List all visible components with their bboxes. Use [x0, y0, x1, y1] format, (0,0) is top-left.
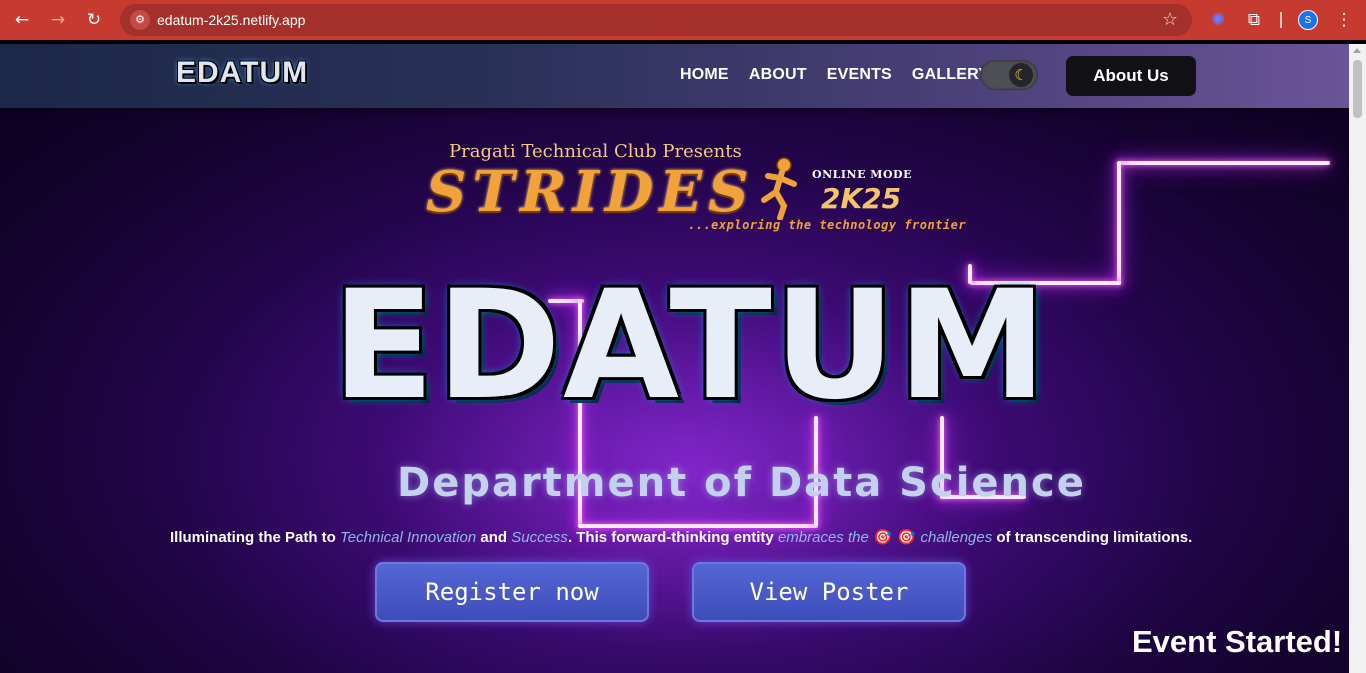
department-title: Department of Data Science	[397, 460, 1086, 506]
nav-events[interactable]: EVENTS	[827, 66, 892, 84]
hero-description: Illuminating the Path to Technical Innov…	[170, 528, 1200, 546]
profile-avatar[interactable]: S	[1298, 10, 1318, 30]
about-us-button[interactable]: About Us	[1066, 56, 1196, 96]
address-bar[interactable]: ⚙ edatum-2k25.netlify.app ☆	[120, 4, 1192, 36]
neon-line	[1118, 161, 1330, 165]
tagline: ...exploring the technology frontier	[688, 218, 967, 232]
target-emoji-icon: 🎯 🎯	[868, 528, 921, 546]
nav-gallery[interactable]: GALLERY	[912, 66, 989, 84]
desc-highlight: Success	[511, 529, 568, 546]
url-text[interactable]: edatum-2k25.netlify.app	[157, 12, 305, 28]
year-label: 2K25	[821, 182, 902, 215]
nav-home[interactable]: HOME	[680, 66, 729, 84]
site-info-icon[interactable]: ⚙	[130, 10, 150, 30]
forward-arrow-icon[interactable]: →	[46, 8, 70, 32]
star-icon[interactable]: ☆	[1162, 9, 1178, 30]
scroll-up-icon[interactable]	[1353, 48, 1361, 53]
view-poster-button[interactable]: View Poster	[692, 562, 966, 622]
gear-extension-icon[interactable]: ✺	[1207, 9, 1229, 31]
theme-toggle[interactable]: ☾	[980, 60, 1038, 90]
desc-highlight: Technical Innovation	[340, 529, 477, 546]
toolbar-divider	[1280, 12, 1282, 28]
site-navbar: EDATUM HOME ABOUT EVENTS GALLERY ☾ About…	[0, 44, 1349, 108]
page-scrollbar[interactable]	[1349, 44, 1366, 673]
event-status: Event Started!	[1132, 624, 1343, 659]
site-logo[interactable]: EDATUM	[176, 56, 308, 90]
page-content: EDATUM HOME ABOUT EVENTS GALLERY ☾ About…	[0, 44, 1349, 673]
kebab-menu-icon[interactable]: ⋮	[1333, 9, 1355, 31]
register-button[interactable]: Register now	[375, 562, 649, 622]
edatum-hero-logo: EDATUM	[332, 259, 1049, 433]
scrollbar-thumb[interactable]	[1353, 60, 1362, 118]
desc-text: Illuminating the Path to	[170, 529, 340, 546]
runner-icon	[761, 157, 797, 220]
reload-icon[interactable]: ↻	[82, 8, 106, 32]
strides-logo: STRIDES	[426, 159, 755, 225]
back-arrow-icon[interactable]: ←	[10, 8, 34, 32]
puzzle-icon[interactable]: ⧉	[1243, 9, 1265, 31]
edatum-hero-text: EDATUM	[332, 259, 1049, 433]
neon-line	[1117, 161, 1121, 285]
nav-about[interactable]: ABOUT	[749, 66, 807, 84]
desc-highlight: challenges	[920, 529, 993, 546]
browser-toolbar: ← → ↻ ⚙ edatum-2k25.netlify.app ☆ ✺ ⧉ S …	[0, 0, 1366, 40]
desc-text: of transcending limitations.	[992, 529, 1193, 546]
nav-links: HOME ABOUT EVENTS GALLERY	[680, 66, 1009, 84]
desc-highlight: embraces the	[777, 529, 869, 546]
desc-text: and	[476, 529, 512, 546]
online-mode-label: ONLINE MODE	[812, 168, 912, 181]
moon-icon: ☾	[1009, 63, 1033, 87]
desc-text: . This forward-thinking entity	[567, 529, 778, 546]
